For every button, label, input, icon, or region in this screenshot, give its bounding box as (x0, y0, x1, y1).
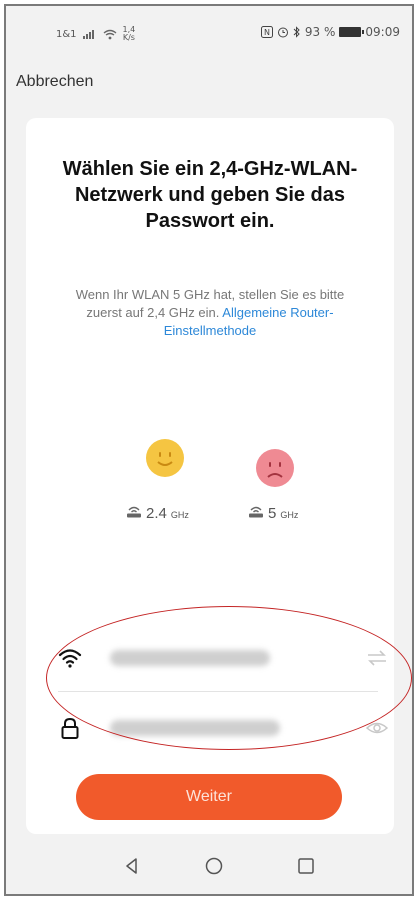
battery-icon (339, 27, 365, 37)
band-2-4ghz: 2.4 GHz (126, 504, 189, 522)
network-speed: 1,4 K/s (123, 26, 136, 42)
band-2-4-unit: GHz (170, 510, 189, 520)
back-icon[interactable] (122, 856, 142, 876)
status-right: N 93 % 09:09 (260, 25, 400, 39)
carrier-label: 1&1 (56, 28, 77, 40)
wifi-network-field[interactable] (58, 638, 388, 678)
card-description: Wenn Ihr WLAN 5 GHz hat, stellen Sie es … (60, 286, 360, 340)
card-title: Wählen Sie ein 2,4-GHz-WLAN-Netzwerk und… (62, 158, 358, 232)
router-icon (127, 506, 141, 518)
band-5-unit: GHz (280, 510, 299, 520)
band-2-4-number: 2.4 (146, 505, 167, 522)
router-icon (249, 506, 263, 518)
battery-percent: 93 % (304, 25, 336, 39)
speed-unit: K/s (122, 33, 135, 42)
wifi-ssid-value[interactable] (110, 650, 270, 666)
eye-icon[interactable] (366, 719, 388, 737)
status-left: 1&1 1,4 K/s (56, 26, 135, 42)
screenshot-frame: 1&1 1,4 K/s N 93 % 09:09 Abbrechen Wähle… (4, 4, 414, 896)
wifi-status-icon (103, 29, 116, 39)
cancel-button[interactable]: Abbrechen (16, 73, 93, 91)
lock-icon (61, 717, 79, 739)
next-button[interactable]: Weiter (76, 774, 342, 820)
nfc-icon: N (260, 26, 273, 38)
status-bar: 1&1 1,4 K/s N 93 % 09:09 (6, 6, 412, 56)
svg-text:N: N (264, 28, 270, 37)
bluetooth-icon (293, 26, 300, 38)
password-value[interactable] (110, 720, 280, 736)
field-divider (58, 691, 378, 692)
band-5-number: 5 (268, 505, 277, 522)
password-field[interactable] (58, 708, 388, 748)
signal-icon (82, 30, 94, 39)
navigation-bar (6, 838, 412, 894)
alarm-icon (277, 27, 288, 38)
wifi-setup-card: Wählen Sie ein 2,4-GHz-WLAN-Netzwerk und… (26, 118, 394, 834)
smiley-sad-icon (255, 448, 295, 488)
switch-network-icon[interactable] (366, 649, 388, 667)
clock: 09:09 (365, 25, 400, 39)
band-5ghz: 5 GHz (248, 504, 298, 522)
smiley-happy-icon (145, 438, 185, 478)
wifi-icon (58, 649, 82, 668)
recent-apps-icon[interactable] (296, 856, 316, 876)
home-icon[interactable] (204, 856, 224, 876)
